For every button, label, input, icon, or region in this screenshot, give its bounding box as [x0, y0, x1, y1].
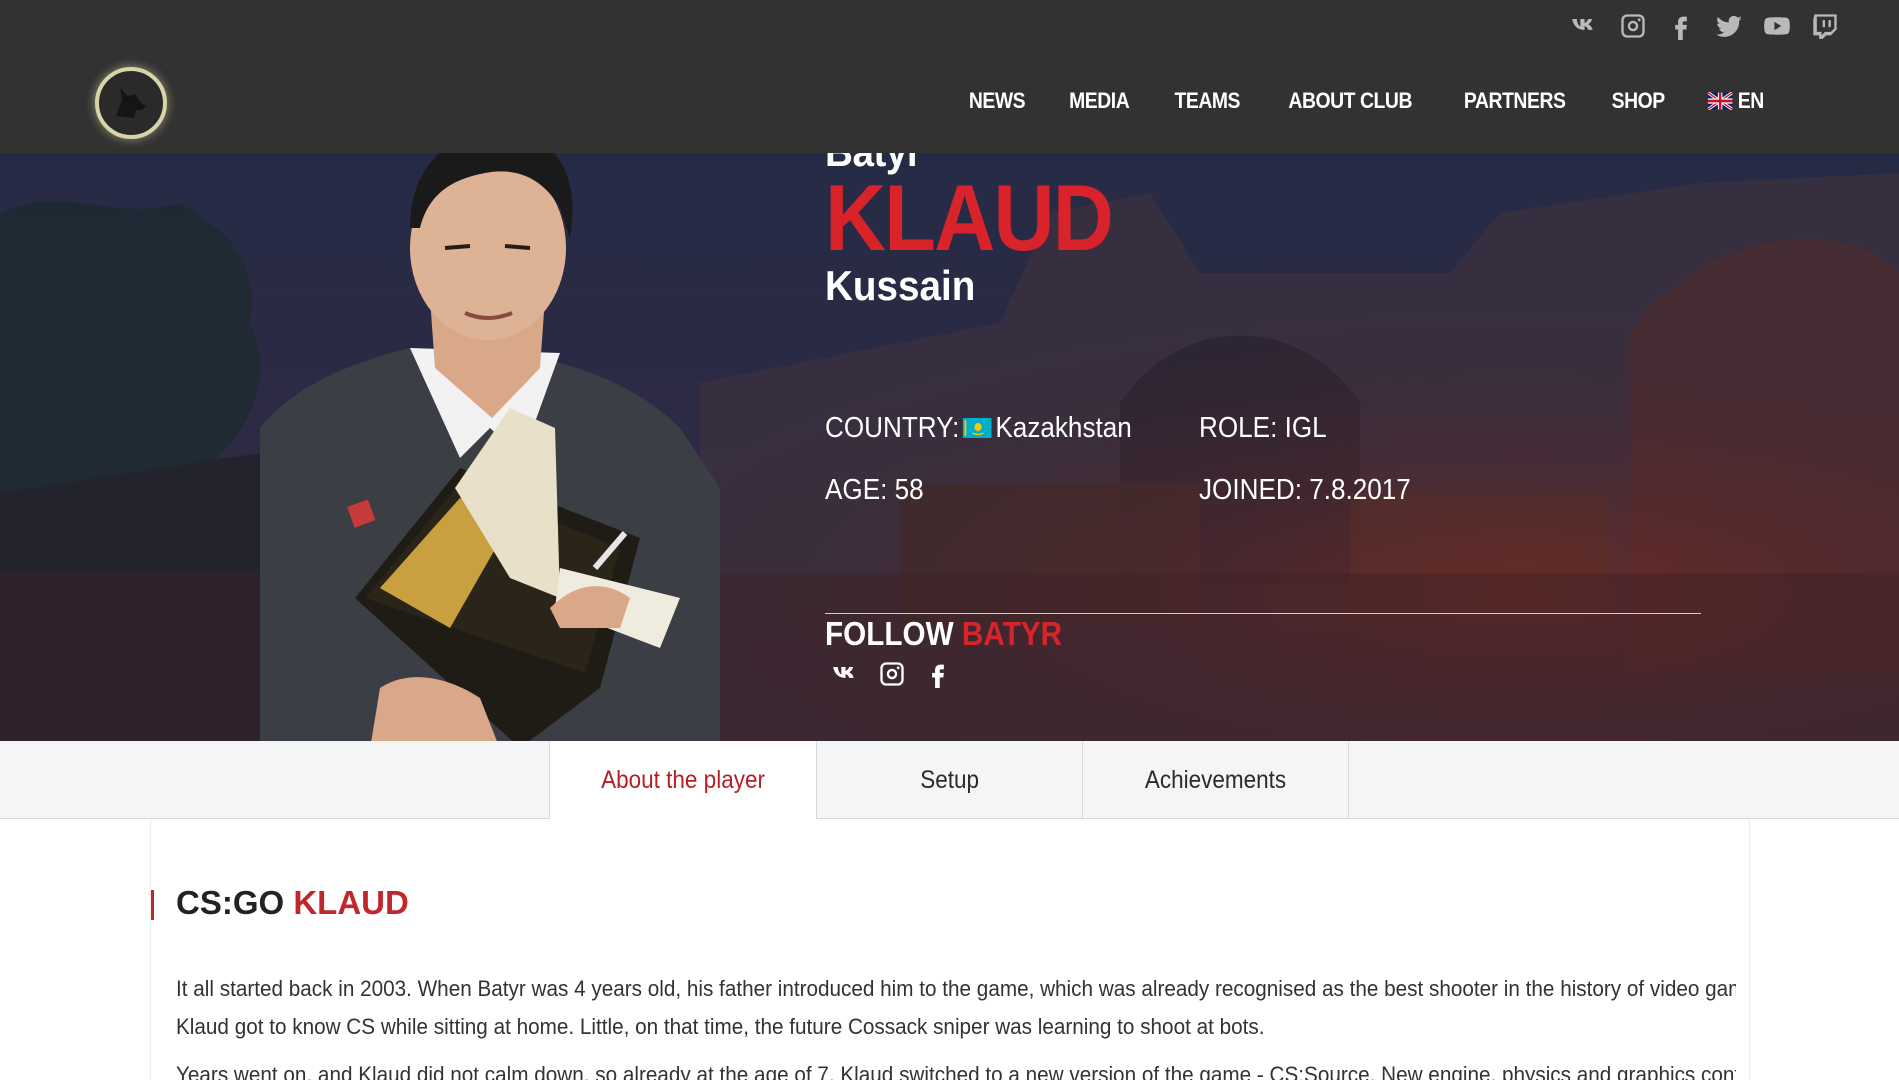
follow-label: FOLLOW [825, 615, 954, 652]
wolf-icon [116, 88, 146, 118]
facebook-icon[interactable] [924, 660, 952, 693]
section-title-accent: KLAUD [293, 884, 409, 921]
nav-news[interactable]: NEWS [953, 88, 1041, 114]
player-nickname: KLAUD [825, 165, 1114, 270]
player-last-name: Kussain [825, 262, 976, 309]
tab-about-the-player[interactable]: About the player [549, 741, 816, 820]
bio-paragraph-line-1: It all started back in 2003. When Batyr … [176, 970, 1736, 1008]
bio-text: Klaud got to know CS while sitting at ho… [176, 1014, 1265, 1039]
section-accent-bar [151, 890, 154, 920]
tab-label: About the player [601, 766, 765, 794]
follow-heading: FOLLOW BATYR [825, 615, 1062, 653]
twitter-icon[interactable] [1713, 10, 1745, 42]
tab-label: Setup [920, 765, 980, 794]
joined-stat: JOINED: 7.8.2017 [1199, 474, 1411, 506]
main-nav: NEWS MEDIA TEAMS ABOUT CLUB PARTNERS SHO… [947, 88, 1786, 114]
twitch-icon[interactable] [1809, 10, 1841, 42]
vk-icon[interactable] [832, 660, 860, 693]
bio-text: It all started back in 2003. When Batyr … [176, 976, 1736, 1001]
country-label: COUNTRY: [825, 412, 960, 444]
player-tabs: About the player Setup Achievements [0, 741, 1899, 820]
tab-achievements[interactable]: Achievements [1082, 741, 1349, 819]
tab-setup[interactable]: Setup [816, 741, 1083, 819]
bio-paragraph-line-2: Klaud got to know CS while sitting at ho… [176, 1008, 1736, 1046]
player-social-links [832, 660, 952, 693]
role-stat: ROLE: IGL [1199, 412, 1327, 444]
facebook-icon[interactable] [1665, 10, 1697, 42]
tab-label: Achievements [1144, 765, 1287, 794]
section-title-prefix: CS:GO [176, 884, 285, 921]
site-header: NEWS MEDIA TEAMS ABOUT CLUB PARTNERS SHO… [0, 0, 1899, 153]
player-name-block: Batyr KLAUD Kussain [825, 153, 1144, 310]
instagram-icon[interactable] [878, 660, 906, 693]
vk-icon[interactable] [1569, 10, 1601, 42]
follow-player-name: BATYR [961, 615, 1063, 652]
about-player-content: CS:GO KLAUD It all started back in 2003.… [150, 820, 1750, 1080]
language-label: EN [1738, 88, 1765, 113]
nav-teams[interactable]: TEAMS [1158, 88, 1255, 114]
language-selector[interactable]: EN [1692, 88, 1780, 114]
nav-shop[interactable]: SHOP [1596, 88, 1681, 114]
country-value: Kazakhstan [995, 412, 1132, 444]
nav-media[interactable]: MEDIA [1054, 88, 1146, 114]
kazakhstan-flag-icon [962, 418, 992, 438]
youtube-icon[interactable] [1761, 10, 1793, 42]
nav-about-club[interactable]: ABOUT CLUB [1273, 88, 1428, 114]
bio-paragraph-line-3: Years went on, and Klaud did not calm do… [176, 1056, 1736, 1080]
follow-divider [825, 613, 1701, 614]
country-stat: COUNTRY: Kazakhstan [825, 412, 1132, 445]
section-title: CS:GO KLAUD [176, 884, 409, 922]
wolf-logo[interactable] [95, 67, 167, 139]
player-photo [260, 153, 720, 741]
uk-flag-icon [1708, 92, 1733, 110]
nav-partners[interactable]: PARTNERS [1448, 88, 1581, 114]
instagram-icon[interactable] [1617, 10, 1649, 42]
bio-text: Years went on, and Klaud did not calm do… [176, 1062, 1736, 1080]
age-stat: AGE: 58 [825, 474, 924, 506]
header-social-links [1569, 10, 1841, 42]
